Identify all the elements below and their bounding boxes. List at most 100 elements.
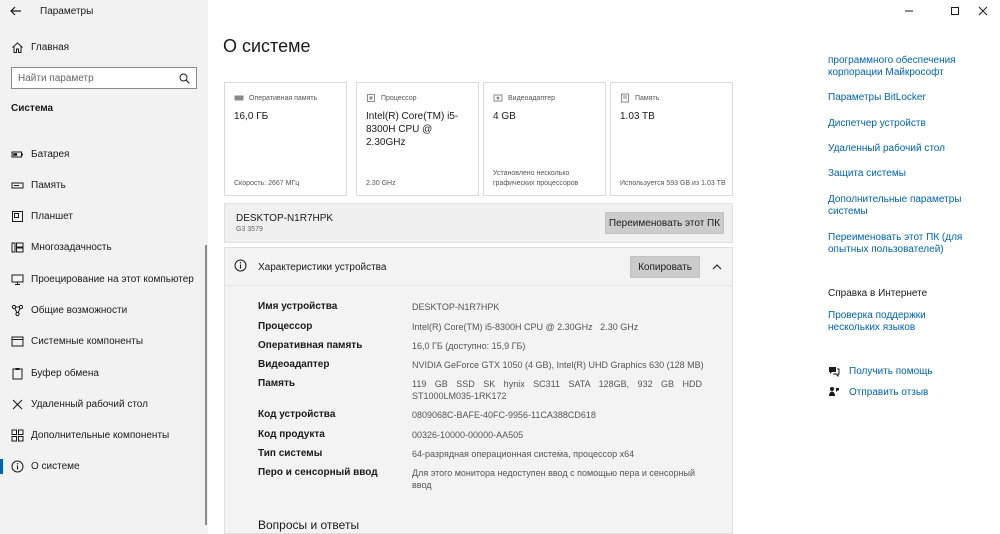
rename-pc-button[interactable]: Переименовать этот ПК (605, 212, 724, 234)
spec-value: DESKTOP-N1R7HPK (412, 302, 500, 312)
sidebar-item-label: Многозадачность (31, 241, 112, 253)
sidebar-item-label: Буфер обмена (31, 367, 99, 379)
spec-key: Код продукта (258, 429, 325, 440)
nav-home-label: Главная (31, 41, 70, 53)
ram-card: Оперативная память 16,0 ГБ Скорость: 266… (224, 82, 347, 196)
card-footer: Установлено несколько графических процес… (493, 170, 579, 187)
specs-header[interactable]: Характеристики устройства Копировать (225, 248, 732, 286)
battery-icon (7, 144, 27, 164)
link-remote-desktop[interactable]: Удаленный рабочий стол (828, 143, 988, 155)
minimize-button[interactable] (892, 0, 926, 22)
disk-icon (620, 93, 630, 103)
card-label: Оперативная память (249, 94, 318, 102)
app-title: Параметры (40, 5, 94, 17)
spec-key: Процессор (258, 321, 313, 332)
spec-value: 64-разрядная операционная система, проце… (412, 449, 635, 459)
cpu-card: Процессор Intel(R) Core(TM) i5-8300H CPU… (356, 82, 479, 196)
minimize-icon (905, 10, 913, 12)
gpu-card: Видеоадаптер 4 GB Установлено несколько … (483, 82, 606, 196)
sidebar-item-system-components[interactable]: Системные компоненты (0, 328, 205, 354)
tablet-icon (7, 206, 27, 226)
copy-button[interactable]: Копировать (630, 256, 700, 278)
spec-value: 0809068C-BAFE-40FC-9956-11CA388CD618 (412, 410, 596, 420)
chevron-up-icon[interactable] (710, 260, 724, 274)
card-footer: 2.30 GHz (366, 180, 396, 187)
card-label: Видеоадаптер (508, 94, 556, 102)
card-label: Процессор (381, 94, 417, 102)
help-heading: Справка в Интернете (828, 288, 928, 299)
sidebar-scrollbar[interactable] (205, 245, 207, 525)
spec-value: Для этого монитора недоступен ввод с пом… (412, 468, 695, 490)
projecting-icon (7, 269, 27, 289)
spec-key: Имя устройства (258, 301, 338, 312)
search-field[interactable] (11, 67, 197, 89)
sidebar-item-label: Проецирование на этот компьютер (31, 273, 194, 285)
card-label: Память (635, 94, 660, 102)
sidebar-item-label: Память (31, 179, 66, 191)
link-text: программного обеспечения корпорации Майк… (828, 55, 956, 78)
sidebar-item-tablet[interactable]: Планшет (0, 203, 205, 229)
card-footer: Используется 593 GB из 1.03 TB (620, 180, 726, 187)
sidebar-item-optional-features[interactable]: Дополнительные компоненты (0, 422, 205, 448)
feedback-icon (829, 387, 839, 396)
sidebar-item-label: Планшет (31, 210, 73, 222)
spec-key: Код устройства (258, 409, 336, 420)
processor-icon (366, 93, 376, 103)
link-rename-pc-advanced[interactable]: Переименовать этот ПК (для опытных польз… (828, 232, 963, 256)
link-system-protection[interactable]: Защита системы (828, 168, 988, 180)
sidebar-item-storage[interactable]: Память (0, 172, 205, 198)
maximize-icon (951, 7, 959, 15)
close-icon (978, 6, 988, 16)
card-value: 16,0 ГБ (234, 111, 269, 122)
device-specs-panel: Характеристики устройства Копировать Имя… (224, 247, 733, 534)
spec-value: Intel(R) Core(TM) i5-8300H CPU @ 2.30GHz… (412, 322, 639, 332)
remote-desktop-icon (7, 394, 27, 414)
storage-icon (7, 175, 27, 195)
card-footer: Скорость: 2667 МГц (234, 180, 300, 187)
link-bitlocker[interactable]: Параметры BitLocker (828, 92, 988, 104)
spec-value: 00326-10000-00000-AA505 (412, 430, 524, 440)
spec-value: 16,0 ГБ (доступно: 15,9 ГБ) (412, 341, 526, 351)
spec-value: 119 GB SSD SK hynix SC311 SATA 128GB, 93… (412, 379, 702, 401)
info-icon (234, 259, 247, 272)
nav-home[interactable]: Главная (0, 34, 205, 60)
memory-icon (234, 93, 244, 103)
sidebar-item-label: Батарея (31, 148, 70, 160)
sidebar-item-label: Дополнительные компоненты (31, 429, 170, 441)
spec-key: Перо и сенсорный ввод (258, 467, 378, 478)
optional-features-icon (7, 425, 27, 445)
sidebar-item-battery[interactable]: Батарея (0, 141, 205, 167)
specs-title: Характеристики устройства (258, 262, 387, 273)
sidebar-item-projecting[interactable]: Проецирование на этот компьютер (0, 266, 205, 292)
close-button[interactable] (966, 0, 1000, 22)
home-icon (7, 37, 27, 57)
section-title: Система (11, 103, 54, 114)
link-advanced-system-settings[interactable]: Дополнительные параметры системы (828, 194, 968, 218)
link-device-manager[interactable]: Диспетчер устройств (828, 118, 988, 130)
sidebar-item-label: О системе (31, 460, 80, 472)
sidebar-item-label: Удаленный рабочий стол (31, 398, 148, 410)
link-ms-software-license[interactable]: программного обеспечения корпорации Майк… (828, 55, 988, 79)
page-title: О системе (223, 36, 311, 56)
device-name-bar: DESKTOP-N1R7HPK G3 3579 Переименовать эт… (224, 203, 733, 243)
sidebar-item-clipboard[interactable]: Буфер обмена (0, 360, 205, 386)
search-input[interactable] (18, 72, 179, 84)
card-value: Intel(R) Core(TM) i5-8300H CPU @ 2.30GHz (366, 111, 459, 148)
device-name: DESKTOP-N1R7HPK (236, 213, 334, 224)
link-multi-language-support[interactable]: Проверка поддержки нескольких языков (828, 310, 978, 334)
back-button[interactable] (0, 0, 32, 22)
sidebar-item-about[interactable]: О системе (0, 453, 205, 479)
get-help-icon (829, 367, 840, 377)
sidebar-item-shared-experiences[interactable]: Общие возможности (0, 297, 205, 323)
link-send-feedback[interactable]: Отправить отзыв (849, 387, 1000, 399)
faq-title: Вопросы и ответы (258, 518, 360, 532)
spec-value: NVIDIA GeForce GTX 1050 (4 GB), Intel(R)… (412, 360, 704, 370)
card-value: 4 GB (493, 111, 516, 122)
link-get-help[interactable]: Получить помощь (849, 366, 1000, 378)
shared-experiences-icon (7, 300, 27, 320)
sidebar-item-multitasking[interactable]: Многозадачность (0, 234, 205, 260)
sidebar: Параметры Главная Система Батарея Память… (0, 0, 208, 534)
system-components-icon (7, 331, 27, 351)
spec-key: Тип системы (258, 448, 323, 459)
sidebar-item-remote-desktop[interactable]: Удаленный рабочий стол (0, 391, 205, 417)
